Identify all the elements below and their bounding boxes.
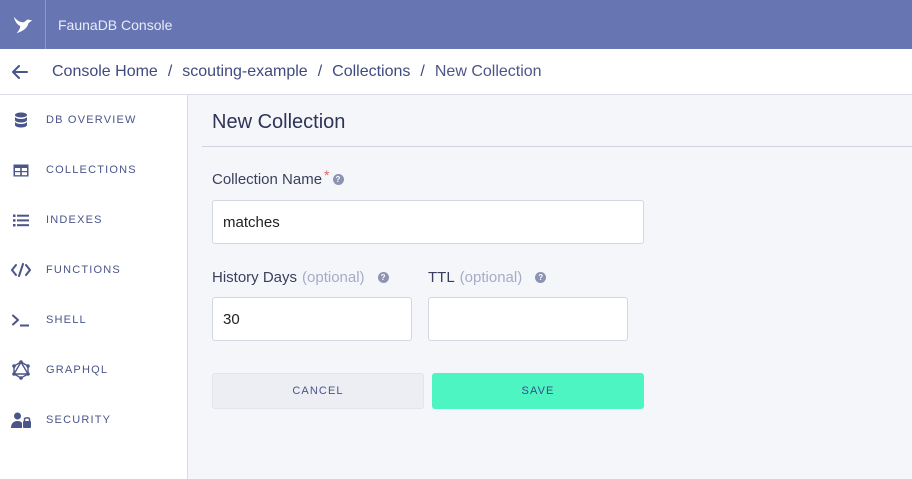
user-lock-icon xyxy=(0,412,42,428)
ttl-label: TTL (optional) ? xyxy=(428,269,547,286)
sidebar-item-label: FUNCTIONS xyxy=(46,264,121,276)
page-title: New Collection xyxy=(212,111,346,133)
help-icon[interactable]: ? xyxy=(535,272,547,283)
title-divider xyxy=(202,146,912,147)
breadcrumb-current: New Collection xyxy=(434,62,542,80)
collection-name-label-text: Collection Name xyxy=(212,171,323,188)
help-icon[interactable]: ? xyxy=(377,272,389,283)
optional-tag: (optional) xyxy=(302,269,365,286)
database-icon xyxy=(0,112,42,128)
sidebar-item-label: COLLECTIONS xyxy=(46,164,137,176)
sidebar: DB OVERVIEW COLLECTIONS INDEXES FUNCTION… xyxy=(0,95,188,479)
sidebar-item-label: SHELL xyxy=(46,314,87,326)
collection-name-input[interactable]: matches xyxy=(212,200,644,244)
breadcrumb-bar: Console Home / scouting-example / Collec… xyxy=(0,49,912,95)
breadcrumb-separator: / xyxy=(167,62,173,80)
top-bar: FaunaDB Console xyxy=(0,0,912,49)
history-days-label: History Days (optional) ? xyxy=(212,269,389,286)
terminal-icon xyxy=(0,314,42,327)
breadcrumb: Console Home / scouting-example / Collec… xyxy=(52,63,542,81)
sidebar-item-db-overview[interactable]: DB OVERVIEW xyxy=(0,95,187,145)
sidebar-item-label: GRAPHQL xyxy=(46,364,109,376)
main-content: New Collection Collection Name * ? match… xyxy=(188,95,912,479)
sidebar-item-label: SECURITY xyxy=(46,414,112,426)
sidebar-item-indexes[interactable]: INDEXES xyxy=(0,195,187,245)
graphql-icon xyxy=(0,360,42,380)
required-marker: * xyxy=(324,166,330,183)
back-arrow-icon[interactable] xyxy=(0,49,40,95)
sidebar-item-shell[interactable]: SHELL xyxy=(0,295,187,345)
save-button[interactable]: SAVE xyxy=(432,373,644,409)
sidebar-item-functions[interactable]: FUNCTIONS xyxy=(0,245,187,295)
table-icon xyxy=(0,164,42,177)
sidebar-item-security[interactable]: SECURITY xyxy=(0,395,187,445)
ttl-input[interactable] xyxy=(428,297,628,341)
breadcrumb-console-home[interactable]: Console Home xyxy=(52,63,158,81)
fauna-logo-icon[interactable] xyxy=(0,0,46,49)
code-icon xyxy=(0,263,42,277)
breadcrumb-collections[interactable]: Collections xyxy=(332,63,410,81)
sidebar-item-collections[interactable]: COLLECTIONS xyxy=(0,145,187,195)
history-days-label-text: History Days xyxy=(212,269,298,286)
history-days-input[interactable]: 30 xyxy=(212,297,412,341)
breadcrumb-separator: / xyxy=(420,62,425,80)
cancel-button[interactable]: CANCEL xyxy=(212,373,424,409)
breadcrumb-database[interactable]: scouting-example xyxy=(182,63,307,81)
sidebar-item-label: DB OVERVIEW xyxy=(46,114,137,126)
list-icon xyxy=(0,214,42,227)
ttl-label-text: TTL xyxy=(428,269,455,286)
optional-tag: (optional) xyxy=(459,269,523,286)
breadcrumb-separator: / xyxy=(317,62,323,80)
collection-name-label: Collection Name * ? xyxy=(212,167,344,188)
help-icon[interactable]: ? xyxy=(332,174,344,185)
sidebar-item-label: INDEXES xyxy=(46,214,103,226)
sidebar-item-graphql[interactable]: GRAPHQL xyxy=(0,345,187,395)
app-title: FaunaDB Console xyxy=(58,16,173,33)
